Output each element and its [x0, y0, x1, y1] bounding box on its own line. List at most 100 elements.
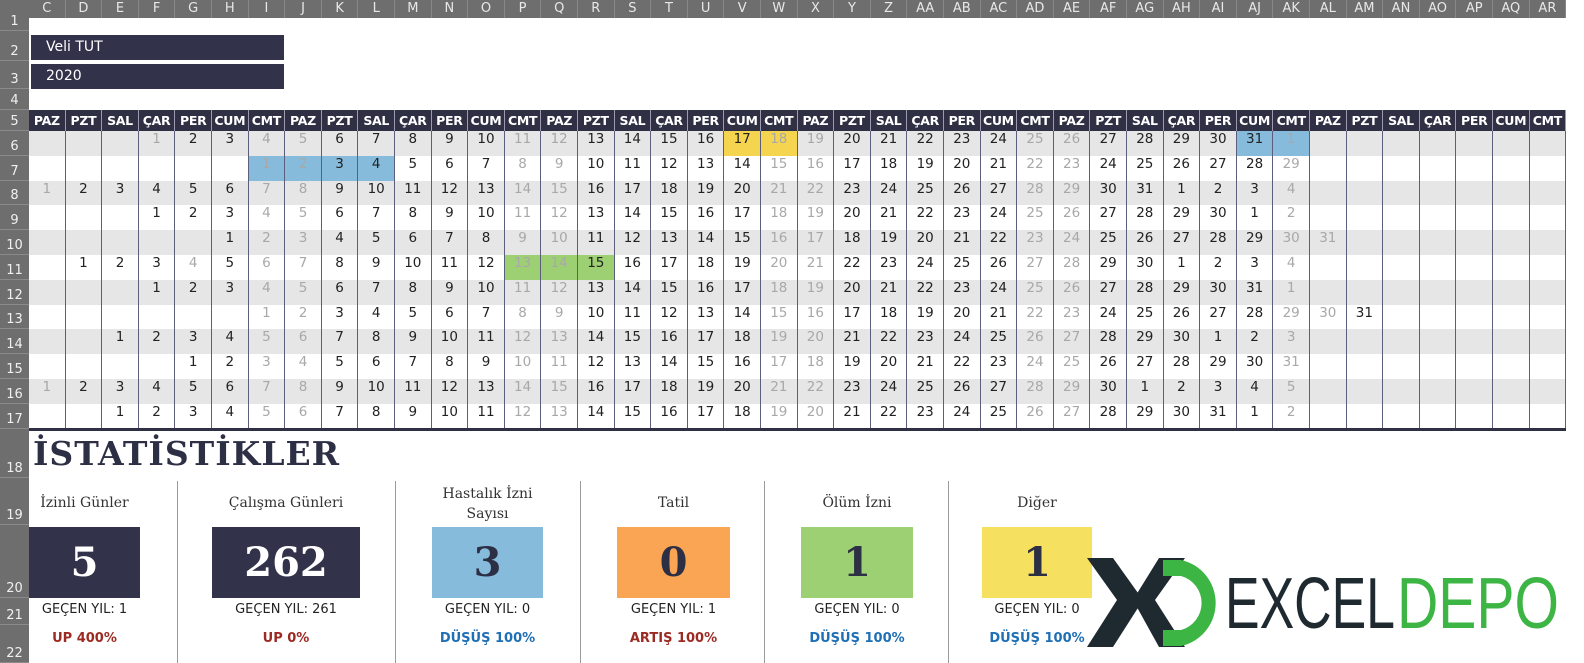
day-cell[interactable]: 13 [651, 230, 688, 256]
day-cell[interactable]: 4 [249, 279, 286, 305]
column-header-aj[interactable]: AJ [1236, 0, 1274, 18]
day-cell[interactable]: 6 [322, 131, 359, 156]
row-header-9[interactable]: 9 [0, 205, 29, 231]
day-cell[interactable]: 10 [541, 230, 578, 256]
column-header-h[interactable]: H [212, 0, 249, 18]
day-cell[interactable]: 26 [1054, 279, 1091, 305]
day-cell[interactable]: 31 [1237, 279, 1274, 305]
day-cell[interactable]: 14 [651, 354, 688, 380]
day-cell[interactable] [1310, 205, 1347, 231]
employee-name-cell[interactable]: Veli TUT [31, 35, 284, 60]
day-cell[interactable]: 28 [1164, 354, 1201, 380]
day-cell[interactable]: 8 [505, 155, 542, 181]
day-cell[interactable]: 3 [1237, 255, 1274, 280]
day-cell[interactable]: 24 [1090, 155, 1127, 181]
day-cell[interactable] [1347, 230, 1384, 256]
day-cell[interactable]: 23 [1017, 230, 1054, 256]
day-cell[interactable]: 5 [322, 354, 359, 380]
row-header-10[interactable]: 10 [0, 230, 29, 255]
day-cell[interactable] [1310, 155, 1347, 181]
day-cell[interactable]: 8 [468, 230, 505, 256]
day-cell[interactable]: 25 [981, 403, 1018, 429]
day-cell[interactable]: 19 [724, 255, 761, 280]
day-cell[interactable]: 29 [1127, 403, 1164, 429]
day-cell[interactable]: 24 [1017, 354, 1054, 380]
column-header-u[interactable]: U [687, 0, 725, 18]
day-cell[interactable]: 22 [1017, 304, 1054, 330]
day-cell[interactable] [66, 354, 103, 380]
day-cell[interactable]: 25 [981, 329, 1018, 355]
day-cell[interactable]: 16 [688, 131, 725, 156]
column-header-ak[interactable]: AK [1273, 0, 1310, 18]
day-cell[interactable] [212, 155, 249, 181]
day-cell[interactable]: 25 [1017, 131, 1054, 156]
column-header-d[interactable]: D [65, 0, 103, 18]
day-cell[interactable]: 18 [651, 379, 688, 404]
day-cell[interactable]: 8 [322, 255, 359, 280]
day-cell[interactable]: 12 [505, 403, 542, 429]
day-cell[interactable]: 16 [651, 403, 688, 429]
day-cell[interactable] [1530, 379, 1567, 404]
day-cell[interactable]: 27 [1200, 304, 1237, 330]
day-cell[interactable]: 26 [1127, 230, 1164, 256]
day-cell[interactable] [1383, 155, 1420, 181]
day-cell[interactable]: 6 [395, 230, 432, 256]
day-cell[interactable]: 7 [468, 304, 505, 330]
day-cell[interactable]: 5 [249, 403, 286, 429]
day-cell[interactable]: 20 [907, 230, 944, 256]
day-cell[interactable]: 17 [761, 354, 798, 380]
day-cell[interactable] [1420, 230, 1457, 256]
day-cell[interactable]: 2 [175, 205, 212, 231]
day-cell[interactable]: 1 [139, 205, 176, 231]
day-cell[interactable] [1456, 155, 1493, 181]
day-cell[interactable] [1493, 379, 1530, 404]
day-cell[interactable]: 22 [798, 379, 835, 404]
day-cell[interactable]: 18 [651, 180, 688, 206]
day-cell[interactable]: 15 [541, 180, 578, 206]
day-cell[interactable]: 27 [1090, 205, 1127, 231]
day-cell[interactable]: 19 [871, 230, 908, 256]
day-cell[interactable] [1493, 205, 1530, 231]
day-cell[interactable]: 9 [395, 329, 432, 355]
day-cell[interactable] [175, 155, 212, 181]
day-cell[interactable] [29, 304, 66, 330]
row-header-6[interactable]: 6 [0, 131, 29, 156]
day-cell[interactable]: 4 [358, 304, 395, 330]
column-header-x[interactable]: X [797, 0, 835, 18]
day-cell[interactable]: 28 [1090, 403, 1127, 429]
day-cell[interactable]: 5 [395, 304, 432, 330]
day-cell[interactable]: 3 [139, 255, 176, 280]
day-cell[interactable] [1310, 403, 1347, 429]
day-cell[interactable]: 15 [724, 230, 761, 256]
day-cell[interactable]: 7 [322, 329, 359, 355]
day-cell[interactable]: 27 [1127, 354, 1164, 380]
day-cell[interactable]: 10 [468, 131, 505, 156]
day-cell[interactable]: 5 [212, 255, 249, 280]
day-cell[interactable]: 30 [1164, 403, 1201, 429]
day-cell[interactable]: 9 [432, 205, 469, 231]
day-cell[interactable]: 13 [504, 255, 542, 280]
day-cell[interactable] [1456, 230, 1493, 256]
column-header-i[interactable]: I [248, 0, 286, 18]
day-cell[interactable]: 4 [285, 354, 322, 380]
day-cell[interactable]: 11 [395, 180, 432, 206]
column-header-al[interactable]: AL [1310, 0, 1347, 18]
day-cell[interactable]: 22 [907, 279, 944, 305]
day-cell[interactable]: 19 [798, 131, 835, 156]
day-cell[interactable]: 28 [1237, 304, 1274, 330]
day-cell[interactable] [1530, 255, 1567, 280]
day-cell[interactable]: 22 [981, 230, 1018, 256]
day-cell[interactable]: 10 [578, 155, 615, 181]
day-cell[interactable]: 13 [468, 379, 505, 404]
day-cell[interactable] [1347, 205, 1384, 231]
day-cell[interactable]: 26 [1017, 329, 1054, 355]
day-cell[interactable]: 5 [285, 131, 322, 156]
column-header-z[interactable]: Z [870, 0, 908, 18]
day-cell[interactable]: 28 [1237, 155, 1274, 181]
day-cell[interactable]: 24 [944, 329, 981, 355]
day-cell[interactable]: 25 [1090, 230, 1127, 256]
day-cell[interactable]: 28 [1017, 379, 1054, 404]
day-cell[interactable]: 24 [871, 180, 908, 206]
day-cell[interactable]: 30 [1164, 329, 1201, 355]
row-header-11[interactable]: 11 [0, 255, 29, 280]
